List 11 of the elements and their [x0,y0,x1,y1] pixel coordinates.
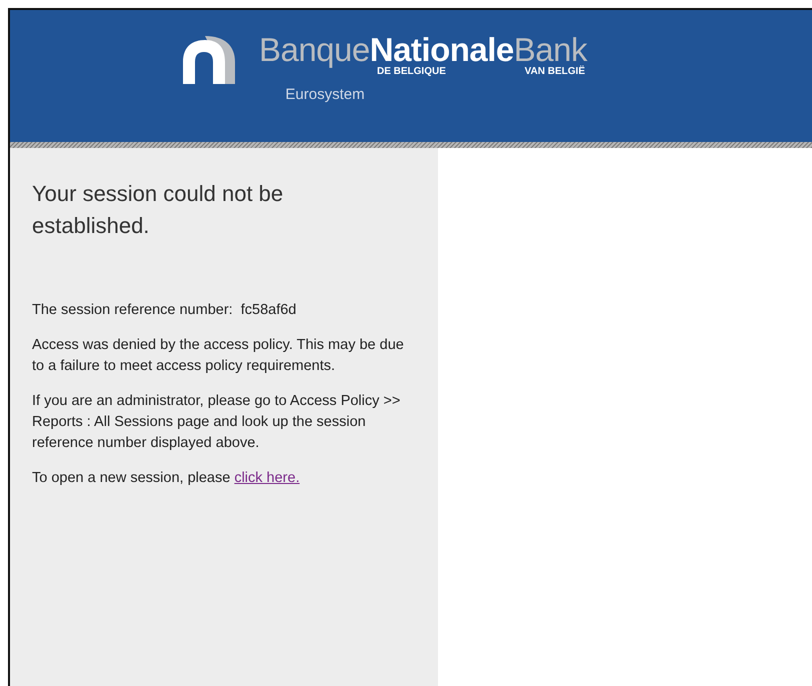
error-heading: Your session could not be established. [32,180,284,240]
message-text: To open a new session, please click here. [32,469,301,488]
message-text: If you are an administrator, please go to Access Policy >> Reports : All Sessions page and look up the session reference number displayed above. [32,392,402,453]
message-text: Access was denied by the access policy. This may be due to a failure to meet access policy requirements. [32,336,405,376]
logo-subtitle: DE BELGIQUE [376,66,446,77]
logo-subtitle: VAN BELGIË [524,66,586,77]
logo-wordmark-text: Banque [258,31,370,68]
reference-text: The session reference number: fc58af6d [32,301,298,320]
logo-wordmark-text: Nationale [370,31,514,68]
click-here-link[interactable]: click here. [234,470,300,486]
tagline: Eurosystem [285,86,365,103]
